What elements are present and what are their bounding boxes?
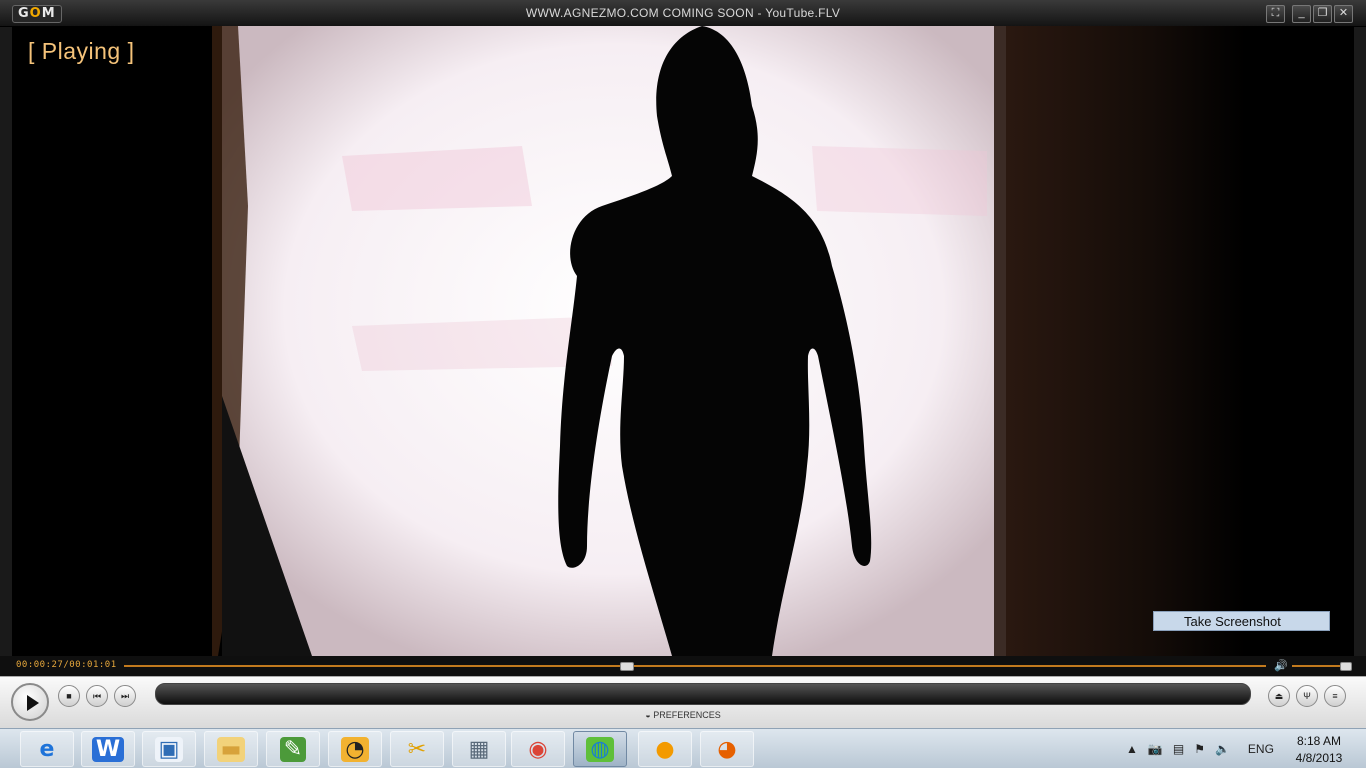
action-center-icon[interactable]: ⚑ (1194, 742, 1205, 756)
evernote-icon-glyph: ✎ (279, 736, 307, 762)
gom-player-window: GOM WWW.AGNEZMO.COM COMING SOON - YouTub… (0, 0, 1366, 729)
seek-bar[interactable] (124, 662, 1266, 671)
download-manager-icon-glyph: ◍ (586, 736, 614, 762)
preferences-link[interactable]: ◒ PREFERENCES (0, 710, 1366, 720)
network-icon[interactable]: ▤ (1173, 742, 1184, 756)
monitor-app-icon-glyph: ▦ (468, 736, 490, 762)
seek-row: 00:00:27/00:01:01 🔊 (0, 656, 1366, 676)
word-app-icon[interactable]: W (81, 731, 135, 767)
fullscreen-icon[interactable]: ⛶ (1266, 5, 1285, 23)
firefox-icon-glyph: ◕ (717, 736, 737, 762)
volume-slider[interactable] (1292, 662, 1353, 671)
chrome-icon[interactable]: ◉ (511, 731, 565, 767)
clock-time: 8:18 AM (1296, 734, 1342, 748)
speedometer-icon[interactable]: ◔ (328, 731, 382, 767)
video-area[interactable]: [ Playing ] Take Screenshot (12, 26, 1354, 656)
close-icon[interactable]: ✕ (1334, 5, 1353, 23)
window-title: WWW.AGNEZMO.COM COMING SOON - YouTube.FL… (525, 6, 841, 20)
preferences-icon: ◒ (645, 710, 651, 720)
speaker-icon[interactable]: 🔈 (1215, 742, 1230, 756)
restore-icon[interactable]: ❐ (1313, 5, 1332, 23)
video-frame (12, 26, 1354, 656)
stop-button[interactable]: ■ (58, 685, 80, 707)
preferences-label: PREFERENCES (653, 710, 721, 720)
tools-icon-glyph: ✂ (407, 736, 427, 762)
monitor-app-icon[interactable]: ▦ (452, 731, 506, 767)
speedometer-icon-glyph: ◔ (341, 736, 369, 762)
internet-explorer-icon[interactable]: e (20, 731, 74, 767)
equalizer-button[interactable]: Ψ (1296, 685, 1318, 707)
store-app-icon[interactable]: ▣ (142, 731, 196, 767)
store-app-icon-glyph: ▣ (154, 736, 184, 762)
previous-button[interactable]: ⏮ (86, 685, 108, 707)
eject-button[interactable]: ⏏ (1268, 685, 1290, 707)
system-tray: ▲ 📷 ▤ ⚑ 🔈 ENG (1126, 729, 1274, 768)
seek-handle[interactable] (620, 662, 635, 671)
language-indicator[interactable]: ENG (1248, 742, 1274, 756)
camera-icon[interactable]: 📷 (1148, 742, 1163, 756)
volume-handle[interactable] (1340, 662, 1353, 671)
file-explorer-icon-glyph: ▬ (216, 736, 246, 762)
playback-status: [ Playing ] (28, 38, 135, 64)
file-explorer-icon[interactable]: ▬ (204, 731, 258, 767)
take-screenshot-button[interactable]: Take Screenshot (1153, 611, 1330, 631)
playlist-bar[interactable] (155, 683, 1251, 705)
menu-button[interactable]: ≡ (1324, 685, 1346, 707)
clock-date: 4/8/2013 (1295, 751, 1343, 765)
volume-icon[interactable]: 🔊 (1274, 659, 1288, 672)
internet-explorer-icon-glyph: e (39, 736, 55, 762)
evernote-icon[interactable]: ✎ (266, 731, 320, 767)
firefox-icon[interactable]: ◕ (700, 731, 754, 767)
time-display: 00:00:27/00:01:01 (16, 660, 117, 670)
chrome-icon-glyph: ◉ (528, 736, 548, 762)
taskbar: e W ▣ ▬ ✎ ◔ ✂ ▦ ◉ ◍ ● ◕ ▲ 📷 ▤ ⚑ 🔈 ENG 8:18 AM 4/8/2… (0, 728, 1366, 768)
show-hidden-icons-icon[interactable]: ▲ (1126, 742, 1138, 756)
gom-player-icon-glyph: ● (655, 736, 675, 762)
tools-icon[interactable]: ✂ (390, 731, 444, 767)
minimize-icon[interactable]: _ (1292, 5, 1311, 23)
control-panel: ■ ⏮ ⏭ ⏏ Ψ ≡ ◒ PREFERENCES (0, 676, 1366, 729)
download-manager-icon[interactable]: ◍ (573, 731, 627, 767)
gom-player-icon[interactable]: ● (638, 731, 692, 767)
next-button[interactable]: ⏭ (114, 685, 136, 707)
word-app-icon-glyph: W (91, 736, 125, 762)
title-bar[interactable]: GOM WWW.AGNEZMO.COM COMING SOON - YouTub… (0, 0, 1366, 27)
clock[interactable]: 8:18 AM 4/8/2013 (1283, 733, 1355, 767)
